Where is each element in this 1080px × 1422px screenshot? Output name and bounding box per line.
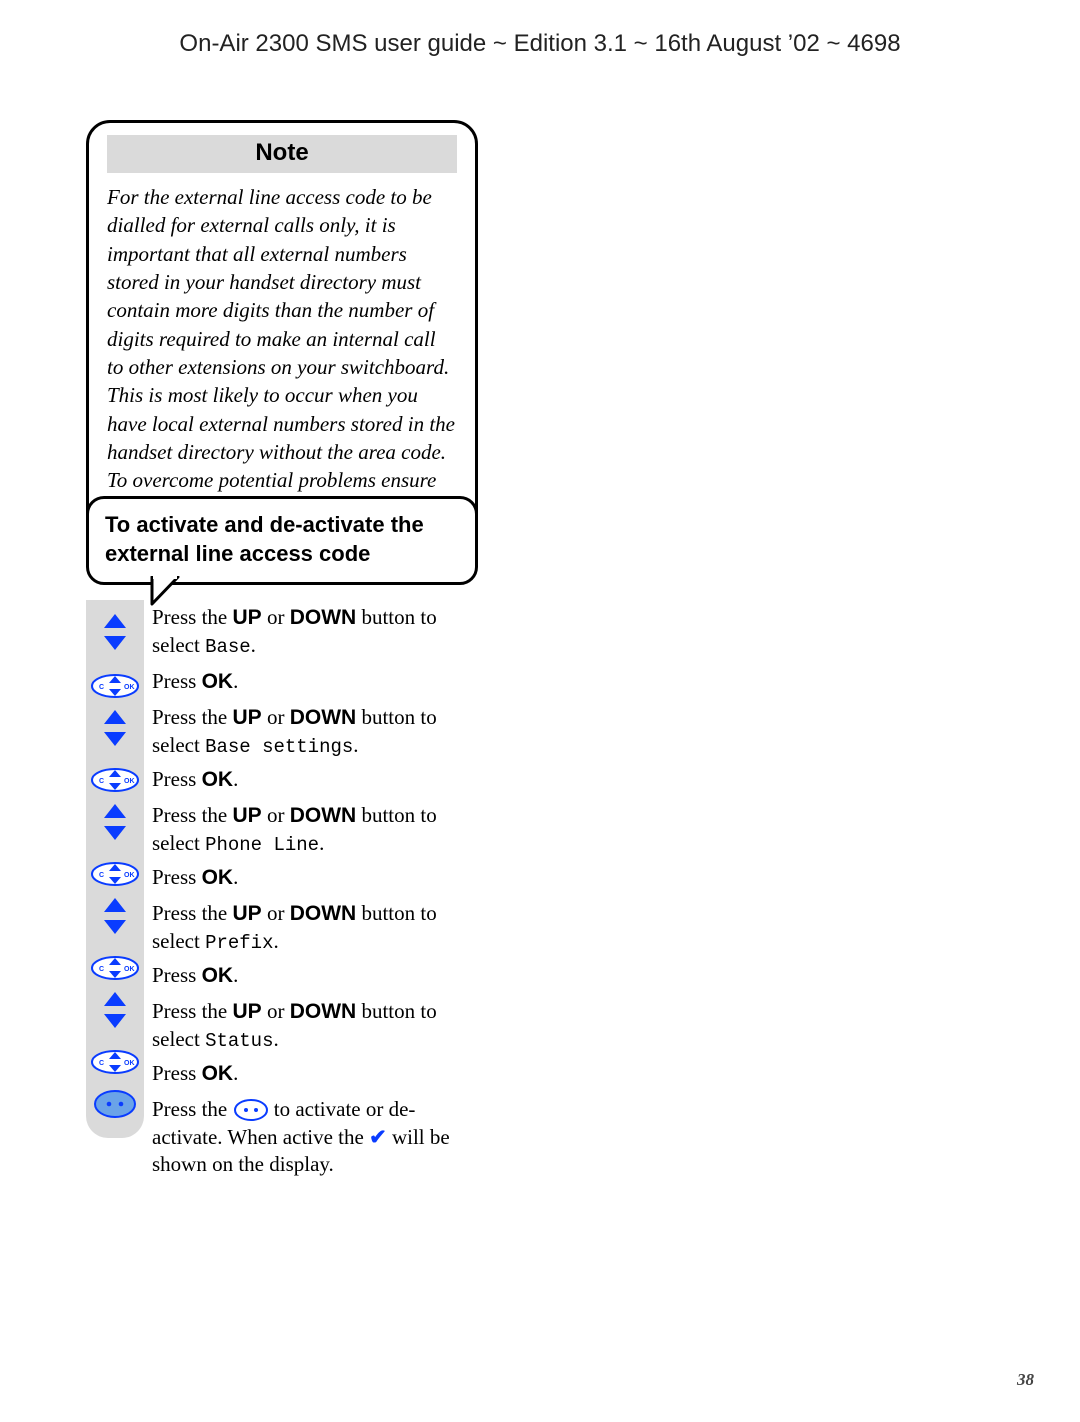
step-text: Press the UP or DOWN button to select Ba… <box>152 700 478 760</box>
step-text: Press the UP or DOWN button to select St… <box>152 994 478 1054</box>
softkey-dots-inline-icon <box>233 1097 269 1121</box>
document-header: On-Air 2300 SMS user guide ~ Edition 3.1… <box>0 30 1080 58</box>
step-text: Press OK. <box>152 664 478 696</box>
note-title: Note <box>255 139 308 166</box>
step-text: Press OK. <box>152 958 478 990</box>
page-number: 38 <box>1017 1370 1034 1390</box>
step-text: Press the UP or DOWN button to select Pr… <box>152 896 478 956</box>
step-text: Press the to activate or de-activate. Wh… <box>152 1092 478 1179</box>
procedure-heading-bubble: To activate and de-activate the external… <box>86 496 478 585</box>
step-text: Press the UP or DOWN button to select Ph… <box>152 798 478 858</box>
procedure-heading: To activate and de-activate the external… <box>105 512 424 566</box>
page: On-Air 2300 SMS user guide ~ Edition 3.1… <box>0 0 1080 1422</box>
steps-list: Press the UP or DOWN button to select Ba… <box>86 600 478 1179</box>
step-text: Press OK. <box>152 762 478 794</box>
step-text: Press OK. <box>152 1056 478 1088</box>
step-text: Press the UP or DOWN button to select Ba… <box>152 600 478 660</box>
check-mark-icon: ✔ <box>369 1126 387 1149</box>
step-text: Press OK. <box>152 860 478 892</box>
note-title-bar: Note <box>107 135 457 173</box>
